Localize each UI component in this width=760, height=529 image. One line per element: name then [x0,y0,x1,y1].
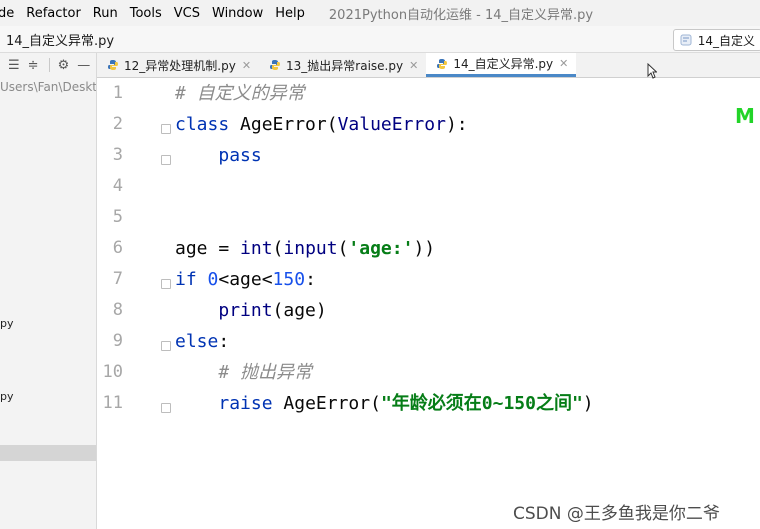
python-file-icon [270,60,281,70]
fold-marker-icon[interactable] [161,155,171,165]
python-file-icon [680,34,692,46]
python-file-icon [437,58,448,69]
code-token: pass [218,145,262,166]
code-token: AgeError( [283,393,381,414]
menu-bar: de Refactor Run Tools VCS Window Help 20… [0,0,760,26]
fold-marker-icon[interactable] [161,279,171,289]
tab-label: 13_抛出异常raise.py [286,58,404,73]
code-token: 150 [272,269,306,290]
python-file-icon [108,60,118,70]
code-token: int [240,238,273,259]
code-token: class [175,114,241,135]
code-line[interactable]: class AgeError(ValueError): [175,113,468,137]
code-line[interactable]: print(age) [175,299,327,323]
expand-all-icon[interactable]: ☰ [8,58,20,73]
code-token: ) [582,393,594,414]
toolbar-divider [48,58,50,72]
code-token: ): [445,114,468,135]
code-token: : [305,269,316,290]
tab-14-custom-exception[interactable]: 14_自定义异常.py ✕ [426,53,577,77]
line-number: 5 [112,207,123,227]
tab-13-raise-exception[interactable]: 13_抛出异常raise.py ✕ [259,53,426,77]
close-icon[interactable]: ✕ [409,59,418,72]
line-number: 10 [102,362,123,382]
code-token: if [175,269,208,290]
window-title: 2021Python自动化运维 - 14_自定义异常.py [328,7,594,23]
project-toolbar: ☰ ≑ ⚙ — [0,53,96,77]
code-token: )) [413,238,436,259]
code-token: ( [272,238,284,259]
line-number: 7 [112,269,123,289]
gear-icon[interactable]: ⚙ [58,58,70,73]
code-token: raise [218,393,284,414]
run-configuration-label: 14_自定义 [697,33,755,48]
watermark: CSDN @王多鱼我是你二爷 [513,504,720,524]
code-line[interactable]: age = int(input('age:')) [175,237,435,261]
code-token: age = [175,238,241,259]
run-configuration-selector[interactable]: 14_自定义 [672,29,760,51]
menu-window[interactable]: Window [206,6,269,21]
navigation-bar: 14_自定义异常.py 14_自定义 [0,26,760,53]
code-token: input [283,238,338,259]
code-line[interactable]: # 抛出异常 [175,361,312,385]
line-number: 2 [112,114,123,134]
code-token: # 抛出异常 [218,362,313,383]
tab-12-exception-handling[interactable]: 12_异常处理机制.py ✕ [97,53,259,77]
line-number: 11 [102,393,123,413]
tab-label: 12_异常处理机制.py [124,58,236,73]
code-token: 0 [207,269,219,290]
code-token: print [218,300,273,321]
code-line[interactable]: pass [175,144,262,168]
menu-help[interactable]: Help [269,6,311,21]
line-number: 1 [112,83,123,103]
code-token: "年龄必须在0~150之间" [380,393,583,414]
code-token: # 自定义的异常 [175,83,305,104]
project-panel: ☰ ≑ ⚙ — Users\Fan\Desktop py py [0,53,97,529]
code-token: <age< [218,269,273,290]
code-token: ( [337,238,349,259]
project-file-item[interactable]: py [0,317,14,330]
breadcrumb-file[interactable]: 14_自定义异常.py [6,30,114,49]
project-file-item[interactable]: py [0,390,14,403]
code-line[interactable]: # 自定义的异常 [175,82,305,106]
project-path[interactable]: Users\Fan\Desktop [0,80,96,94]
code-token: ValueError [337,114,446,135]
fold-marker-icon[interactable] [161,124,171,134]
code-line[interactable]: else: [175,330,229,354]
line-number: 8 [112,300,123,320]
editor-tabs: 12_异常处理机制.py ✕ 13_抛出异常raise.py ✕ 14_自定义异… [97,53,760,78]
tab-label: 14_自定义异常.py [453,57,554,71]
editor-gutter: 1 2 3 4 5 6 7 8 9 10 11 [97,78,171,529]
menu-vcs[interactable]: VCS [168,6,206,21]
collapse-all-icon[interactable]: ≑ [28,58,39,73]
menu-tools[interactable]: Tools [124,6,168,21]
code-token: else [175,331,219,352]
minimize-icon[interactable]: — [77,58,90,73]
mouse-pointer-icon [647,63,657,79]
menu-run[interactable]: Run [87,6,124,21]
line-number: 9 [112,331,123,351]
fold-marker-icon[interactable] [161,403,171,413]
line-number: 6 [112,238,123,258]
code-token: (age) [272,300,327,321]
code-token: AgeError( [240,114,338,135]
menu-code[interactable]: de [0,6,20,21]
selected-project-row[interactable] [0,445,96,461]
close-icon[interactable]: ✕ [242,59,251,72]
code-token: 'age:' [348,238,414,259]
line-number: 4 [112,176,123,196]
code-line[interactable]: if 0<age<150: [175,268,316,292]
fold-marker-icon[interactable] [161,341,171,351]
menu-refactor[interactable]: Refactor [20,6,87,21]
code-line[interactable]: raise AgeError("年龄必须在0~150之间") [175,392,594,416]
line-number: 3 [112,145,123,165]
code-token: : [218,331,230,352]
green-marker: M [735,104,755,128]
close-icon[interactable]: ✕ [559,57,568,70]
